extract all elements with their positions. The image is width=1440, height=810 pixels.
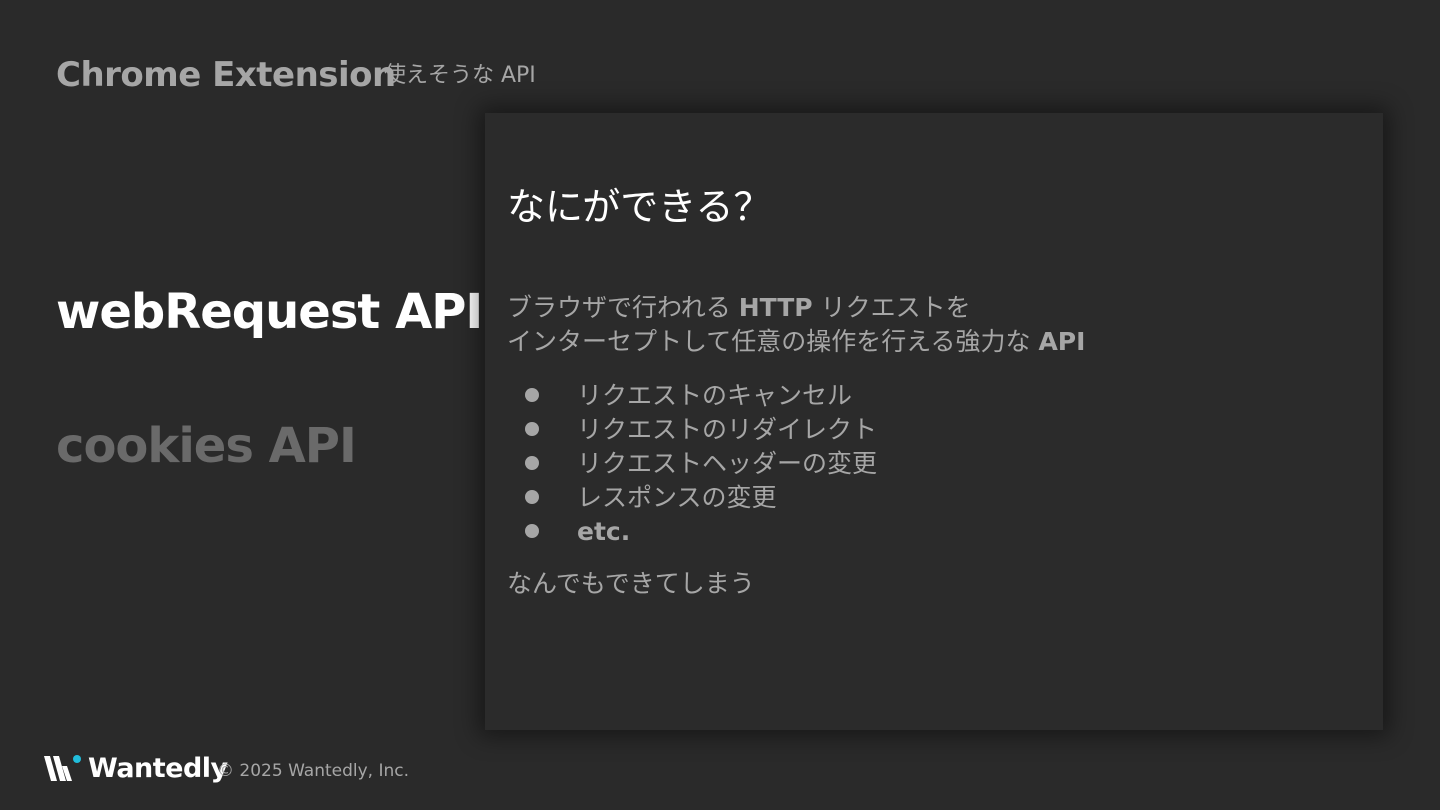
intro-line-2: インターセプトして任意の操作を行える強力な API (507, 325, 1085, 359)
panel-conclusion: なんでもできてしまう (507, 569, 755, 598)
intro-text: インターセプトして任意の操作を行える強力な (507, 327, 1039, 356)
wantedly-w-logo-icon (44, 755, 81, 781)
list-item: etc. (525, 515, 877, 549)
topic-webrequest-api: webRequest API (56, 284, 483, 340)
list-item: リクエストヘッダーの変更 (525, 447, 877, 481)
slide-section-title: Chrome Extension (56, 55, 396, 95)
list-item-text: リクエストヘッダーの変更 (577, 449, 878, 478)
bullet-dot-icon (525, 524, 539, 538)
panel-title: なにができる？ (507, 185, 772, 229)
list-item-text: レスポンスの変更 (577, 483, 777, 512)
wantedly-logo: Wantedly (42, 752, 228, 786)
copyright-notice: © 2025 Wantedly, Inc. (217, 761, 410, 781)
bullet-dot-icon (525, 490, 539, 504)
slide-section-subtitle: 使えそうな API (384, 63, 536, 88)
bullet-dot-icon (525, 388, 539, 402)
panel-intro: ブラウザで行われる HTTP リクエストを インターセプトして任意の操作を行える… (507, 291, 1085, 359)
bullet-dot-icon (525, 422, 539, 436)
list-item-text: リクエストのキャンセル (577, 381, 853, 410)
intro-highlight-http: HTTP (738, 293, 813, 322)
intro-text: ブラウザで行われる (507, 293, 739, 322)
list-item: リクエストのリダイレクト (525, 413, 877, 447)
intro-line-1: ブラウザで行われる HTTP リクエストを (507, 291, 1085, 325)
list-item-text: etc. (577, 517, 631, 546)
list-item-text: リクエストのリダイレクト (577, 415, 878, 444)
topic-cookies-api: cookies API (56, 418, 357, 474)
bullet-dot-icon (525, 456, 539, 470)
content-panel: なにができる？ ブラウザで行われる HTTP リクエストを インターセプトして任… (485, 113, 1383, 730)
intro-text: リクエストを (812, 293, 971, 322)
logo-wordmark: Wantedly (88, 753, 228, 784)
list-item: リクエストのキャンセル (525, 379, 877, 413)
list-item: レスポンスの変更 (525, 481, 877, 515)
capability-list: リクエストのキャンセル リクエストのリダイレクト リクエストヘッダーの変更 レス… (525, 379, 877, 549)
intro-highlight-api: API (1038, 327, 1086, 356)
